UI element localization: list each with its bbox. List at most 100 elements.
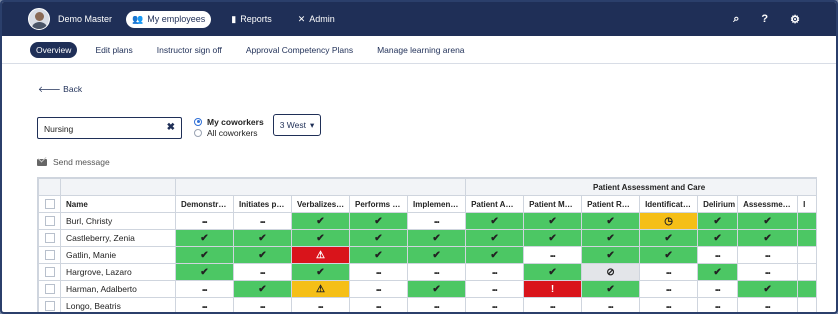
competency-cell[interactable]: ••• (465, 297, 525, 312)
competency-cell[interactable]: ✔ (233, 229, 292, 247)
competency-cell[interactable]: ✔ (523, 212, 583, 230)
gear-icon[interactable]: ⚙ (790, 13, 800, 26)
competency-cell[interactable] (797, 297, 816, 312)
competency-cell[interactable]: ••• (291, 297, 350, 312)
tab-manage-learning-arena[interactable]: Manage learning arena (371, 42, 470, 58)
competency-cell[interactable]: ••• (406, 297, 467, 312)
competency-cell[interactable] (797, 263, 816, 281)
competency-cell[interactable]: ✔ (349, 229, 408, 247)
row-checkbox[interactable] (44, 250, 55, 261)
competency-cell[interactable]: ••• (697, 246, 739, 264)
competency-cell[interactable]: ••• (639, 280, 699, 298)
send-message-button[interactable]: Send message (37, 157, 110, 167)
competency-cell[interactable]: ••• (233, 297, 292, 312)
competency-cell[interactable]: ••• (523, 297, 583, 312)
competency-cell[interactable]: ✔ (697, 263, 739, 281)
select-all-checkbox[interactable] (44, 199, 55, 209)
column-header[interactable]: Patient A… (465, 195, 525, 213)
row-checkbox[interactable] (44, 301, 55, 312)
competency-cell[interactable]: ✔ (175, 263, 234, 281)
column-header[interactable]: Demonstr… (175, 195, 234, 213)
competency-cell[interactable]: ✔ (697, 229, 739, 247)
competency-cell[interactable]: ✔ (581, 229, 641, 247)
row-checkbox[interactable] (44, 216, 55, 227)
column-header[interactable]: Identificat… (639, 195, 699, 213)
column-header[interactable]: Assessme… (737, 195, 799, 213)
competency-cell[interactable]: ✔ (737, 280, 799, 298)
competency-cell[interactable]: ••• (175, 297, 234, 312)
competency-cell[interactable]: ••• (697, 297, 739, 312)
competency-cell[interactable]: ✔ (465, 246, 525, 264)
tab-edit-plans[interactable]: Edit plans (89, 42, 138, 58)
competency-cell[interactable]: ✔ (639, 229, 699, 247)
competency-cell[interactable]: ••• (349, 280, 408, 298)
employee-name[interactable]: Burl, Christy (60, 212, 176, 230)
competency-cell[interactable]: ••• (233, 263, 292, 281)
competency-cell[interactable]: ◷ (639, 212, 699, 230)
competency-cell[interactable]: ••• (697, 280, 739, 298)
avatar[interactable] (28, 8, 50, 30)
competency-cell[interactable]: ✔ (581, 246, 641, 264)
search-input[interactable]: Nursing ✖ (37, 117, 182, 139)
competency-cell[interactable]: ••• (406, 212, 467, 230)
competency-cell[interactable]: ✔ (581, 212, 641, 230)
column-header[interactable]: Patient M… (523, 195, 583, 213)
competency-cell[interactable] (797, 212, 816, 230)
column-header[interactable]: I (797, 195, 816, 213)
competency-cell[interactable]: ••• (737, 263, 799, 281)
nav-reports[interactable]: ▮ Reports (225, 11, 277, 28)
row-checkbox[interactable] (44, 233, 55, 244)
competency-cell[interactable]: ✔ (175, 246, 234, 264)
column-header[interactable]: Performs … (349, 195, 408, 213)
competency-cell[interactable]: ••• (737, 297, 799, 312)
competency-cell[interactable]: ✔ (523, 229, 583, 247)
competency-cell[interactable]: ✔ (465, 229, 525, 247)
employee-name[interactable]: Longo, Beatris (60, 297, 176, 312)
row-checkbox[interactable] (44, 284, 55, 295)
column-header[interactable]: Implemen… (406, 195, 467, 213)
employee-name[interactable]: Hargrove, Lazaro (60, 263, 176, 281)
competency-cell[interactable]: ••• (465, 263, 525, 281)
competency-cell[interactable]: ••• (639, 297, 699, 312)
competency-cell[interactable]: ✔ (639, 246, 699, 264)
competency-cell[interactable]: ✔ (406, 280, 467, 298)
employee-name[interactable]: Harman, Adalberto (60, 280, 176, 298)
help-icon[interactable]: ? (761, 13, 768, 25)
competency-cell[interactable]: ••• (639, 263, 699, 281)
competency-cell[interactable]: ✔ (175, 229, 234, 247)
competency-cell[interactable]: ✔ (233, 246, 292, 264)
competency-cell[interactable]: ✔ (349, 212, 408, 230)
competency-cell[interactable] (797, 229, 816, 247)
competency-cell[interactable]: ••• (175, 280, 234, 298)
employee-name[interactable]: Gatlin, Manie (60, 246, 176, 264)
column-header-name[interactable]: Name (60, 195, 176, 213)
competency-cell[interactable]: ! (523, 280, 583, 298)
nav-my-employees[interactable]: 👥 My employees (126, 10, 212, 28)
competency-cell[interactable]: ••• (581, 297, 641, 312)
competency-cell[interactable]: ✔ (581, 280, 641, 298)
tab-overview[interactable]: Overview (30, 41, 78, 58)
column-header[interactable]: Initiates p… (233, 195, 292, 213)
tab-instructor-sign-off[interactable]: Instructor sign off (151, 42, 228, 58)
nav-admin[interactable]: ✕ Admin (292, 11, 341, 28)
column-header[interactable]: Delirium (697, 195, 739, 213)
competency-cell[interactable]: ✔ (523, 263, 583, 281)
competency-cell[interactable]: ✔ (291, 212, 350, 230)
competency-cell[interactable]: ⚠ (291, 280, 350, 298)
competency-cell[interactable]: ••• (233, 212, 292, 230)
radio-button[interactable] (194, 128, 202, 137)
column-header[interactable]: Verbalizes… (291, 195, 350, 213)
competency-cell[interactable]: ✔ (233, 280, 292, 298)
search-icon[interactable]: ⌕ (733, 13, 739, 26)
competency-cell[interactable]: ⊘ (581, 263, 641, 281)
back-link[interactable]: 🡐 Back (38, 84, 82, 95)
competency-cell[interactable]: ✔ (291, 263, 350, 281)
competency-cell[interactable]: ✔ (291, 229, 350, 247)
unit-dropdown[interactable]: 3 West ▾ (273, 114, 321, 136)
competency-cell[interactable]: ✔ (406, 246, 467, 264)
competency-cell[interactable] (797, 246, 816, 264)
radio-my-coworkers[interactable]: My coworkers (194, 116, 264, 127)
competency-cell[interactable]: ••• (349, 297, 408, 312)
radio-button[interactable] (194, 117, 202, 126)
competency-cell[interactable]: ••• (465, 280, 525, 298)
